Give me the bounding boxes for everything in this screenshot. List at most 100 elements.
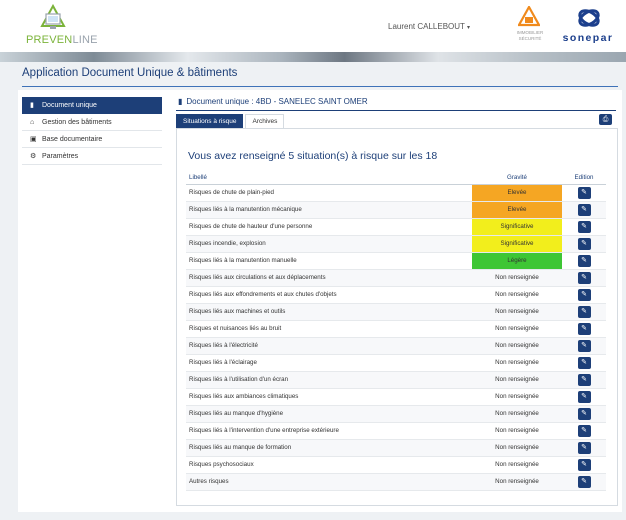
risk-label: Risques et nuisances liés au bruit	[186, 320, 472, 338]
column-header-label: Libellé	[186, 171, 472, 185]
edit-cell: ✎	[562, 456, 606, 474]
risk-gravity: Non renseignée	[472, 354, 562, 372]
sidebar-item-base-documentaire[interactable]: ▣ Base documentaire	[22, 131, 162, 148]
tab-archives[interactable]: Archives	[245, 114, 285, 128]
risk-label: Autres risques	[186, 473, 472, 491]
sidebar-item-label: Paramètres	[42, 152, 79, 160]
risk-label: Risques incendie, explosion	[186, 235, 472, 253]
risk-label: Risques liés aux circulations et aux dép…	[186, 269, 472, 287]
risk-gravity: Non renseignée	[472, 371, 562, 389]
table-row: Risques liés aux circulations et aux dép…	[186, 269, 606, 287]
table-row: Risques liés à la manutention manuelle Lé…	[186, 252, 606, 270]
column-header-edit: Edition	[562, 171, 606, 185]
edit-button[interactable]: ✎	[577, 254, 591, 267]
edit-button[interactable]: ✎	[577, 203, 591, 216]
risk-label: Risques psychosociaux	[186, 456, 472, 474]
sidebar-item-gestion-batiments[interactable]: ⌂ Gestion des bâtiments	[22, 114, 162, 131]
tab-situations-a-risque[interactable]: Situations à risque	[176, 114, 244, 128]
edit-button[interactable]: ✎	[577, 339, 591, 352]
edit-button[interactable]: ✎	[577, 390, 591, 403]
edit-button[interactable]: ✎	[577, 237, 591, 250]
pencil-icon: ✎	[581, 341, 587, 349]
pencil-icon: ✎	[581, 426, 587, 434]
edit-button[interactable]: ✎	[577, 424, 591, 437]
table-header-row: Libellé Gravité Edition	[186, 171, 606, 185]
table-row: Risques liés à la manutention mécanique E…	[186, 201, 606, 219]
table-row: Risques de chute de hauteur d'une person…	[186, 218, 606, 236]
immobilier-logo-icon	[518, 6, 540, 27]
table-row: Risques psychosociaux Non renseignée ✎	[186, 456, 606, 474]
logo-text-line: LINE	[72, 34, 98, 46]
risk-label: Risques liés à l'électricité	[186, 337, 472, 355]
sidebar-item-parametres[interactable]: ⚙ Paramètres	[22, 148, 162, 165]
edit-cell: ✎	[562, 371, 606, 389]
immobilier-logo-text: IMMOBILIER SÉCURITÉ	[516, 30, 544, 41]
risk-label: Risques liés au manque d'hygiène	[186, 405, 472, 423]
edit-cell: ✎	[562, 388, 606, 406]
risk-gravity: Non renseignée	[472, 405, 562, 423]
edit-button[interactable]: ✎	[577, 220, 591, 233]
risk-label: Risques liés à l'intervention d'une entr…	[186, 422, 472, 440]
print-icon: ⎙	[602, 115, 609, 123]
edit-button[interactable]: ✎	[577, 186, 591, 199]
gear-icon: ⚙	[30, 153, 37, 160]
table-row: Risques liés au manque d'hygiène Non rens…	[186, 405, 606, 423]
edit-button[interactable]: ✎	[577, 271, 591, 284]
user-menu[interactable]: Laurent CALLEBOUT ▾	[388, 22, 470, 31]
table-row: Risques liés à l'électricité Non renseign…	[186, 337, 606, 355]
edit-cell: ✎	[562, 354, 606, 372]
edit-button[interactable]: ✎	[577, 475, 591, 488]
edit-cell: ✎	[562, 252, 606, 270]
pencil-icon: ✎	[581, 460, 587, 468]
risk-label: Risques liés aux effondrements et aux ch…	[186, 286, 472, 304]
edit-button[interactable]: ✎	[577, 322, 591, 335]
edit-cell: ✎	[562, 320, 606, 338]
edit-button[interactable]: ✎	[577, 373, 591, 386]
sidebar-item-label: Document unique	[42, 101, 97, 109]
risk-label: Risques liés à la manutention mécanique	[186, 201, 472, 219]
edit-cell: ✎	[562, 439, 606, 457]
edit-cell: ✎	[562, 235, 606, 253]
edit-button[interactable]: ✎	[577, 407, 591, 420]
risk-gravity: Non renseignée	[472, 439, 562, 457]
pencil-icon: ✎	[581, 443, 587, 451]
table-row: Risques incendie, explosion Significative…	[186, 235, 606, 253]
edit-cell: ✎	[562, 269, 606, 287]
edit-cell: ✎	[562, 286, 606, 304]
edit-button[interactable]: ✎	[577, 305, 591, 318]
edit-cell: ✎	[562, 218, 606, 236]
risk-gravity: Non renseignée	[472, 303, 562, 321]
header-banner	[0, 52, 626, 62]
risk-label: Risques liés à la manutention manuelle	[186, 252, 472, 270]
edit-cell: ✎	[562, 405, 606, 423]
app-header: PREVENLINE Laurent CALLEBOUT ▾ IMMOBILIER…	[0, 0, 626, 52]
pencil-icon: ✎	[581, 409, 587, 417]
edit-cell: ✎	[562, 473, 606, 491]
risk-gravity: Non renseignée	[472, 388, 562, 406]
edit-button[interactable]: ✎	[577, 356, 591, 369]
edit-button[interactable]: ✎	[577, 288, 591, 301]
risk-gravity: Non renseignée	[472, 473, 562, 491]
prevenline-logo[interactable]: PREVENLINE	[26, 4, 106, 50]
table-row: Risques liés au manque de formation Non r…	[186, 439, 606, 457]
risk-label: Risques liés à l'éclairage	[186, 354, 472, 372]
risk-gravity: Non renseignée	[472, 456, 562, 474]
document-divider	[176, 110, 616, 111]
pencil-icon: ✎	[581, 290, 587, 298]
edit-button[interactable]: ✎	[577, 441, 591, 454]
edit-cell: ✎	[562, 303, 606, 321]
sidebar-item-document-unique[interactable]: ▮ Document unique	[22, 97, 162, 114]
risk-label: Risques de chute de hauteur d'une person…	[186, 218, 472, 236]
pencil-icon: ✎	[581, 205, 587, 213]
edit-cell: ✎	[562, 201, 606, 219]
risk-table-body: Risques de chute de plain-pied Elevée ✎ Ris…	[186, 184, 606, 491]
sonepar-logo-icon	[578, 9, 600, 27]
edit-button[interactable]: ✎	[577, 458, 591, 471]
table-row: Risques liés aux effondrements et aux ch…	[186, 286, 606, 304]
risk-gravity: Significative	[472, 218, 562, 236]
pencil-icon: ✎	[581, 477, 587, 485]
risk-gravity: Elevée	[472, 201, 562, 219]
file-icon: ▮	[178, 97, 183, 106]
print-button[interactable]: ⎙	[599, 114, 612, 125]
table-row: Risques et nuisances liés au bruit Non re…	[186, 320, 606, 338]
